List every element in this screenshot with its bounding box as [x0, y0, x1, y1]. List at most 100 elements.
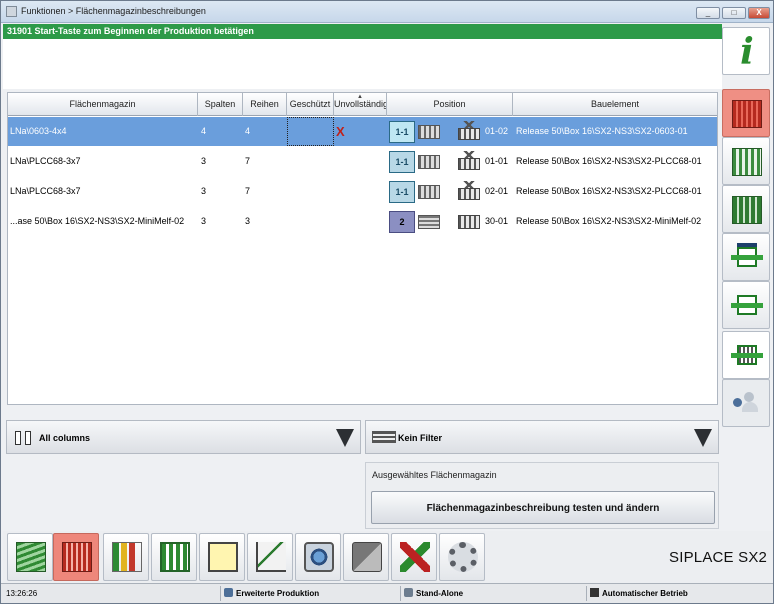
column-header-magazine[interactable]: Flächenmagazin — [8, 93, 198, 116]
chevron-down-icon — [694, 429, 712, 447]
tools-button[interactable] — [391, 533, 437, 581]
test-and-edit-button[interactable]: Flächenmagazinbeschreibung testen und än… — [371, 491, 715, 524]
tray-magazine-button[interactable] — [722, 89, 770, 137]
operation-icon — [590, 588, 599, 597]
tray-grid-button[interactable] — [722, 185, 770, 233]
users-button[interactable] — [722, 379, 770, 427]
right-sidebar: i — [721, 27, 771, 427]
users-icon — [733, 392, 761, 414]
tray-grid-icon — [418, 125, 440, 139]
placement-button[interactable] — [722, 331, 770, 379]
warning-docs-button[interactable] — [199, 533, 245, 581]
status-bar: 13:26:26 Erweiterte Produktion Stand-Alo… — [1, 583, 773, 603]
cell-rows: 4 — [245, 126, 251, 136]
table-header: Flächenmagazin Spalten Reihen Geschützt … — [8, 93, 717, 116]
tray-lines-icon — [418, 215, 440, 229]
tray-grid-icon — [418, 155, 440, 169]
oil-can-button[interactable] — [343, 533, 389, 581]
cell-columns: 3 — [201, 186, 207, 196]
bottom-toolbar: SIPLACE SX2 — [3, 531, 773, 583]
cell-component: Release 50\Box 16\SX2-NS3\SX2-PLCC68-01 — [516, 156, 702, 166]
cell-incomplete — [336, 177, 386, 206]
camera-icon — [304, 542, 334, 572]
tools-icon — [400, 542, 430, 572]
table-row[interactable]: ...ase 50\Box 16\SX2-NS3\SX2-MiniMelf-02… — [8, 207, 717, 236]
status-operation: Automatischer Betrieb — [587, 586, 771, 601]
magazine-icon — [456, 211, 482, 231]
production-icon — [224, 588, 233, 597]
cell-protected[interactable] — [287, 117, 334, 146]
cell-magazine: ...ase 50\Box 16\SX2-NS3\SX2-MiniMelf-02 — [10, 216, 185, 226]
feeder-button-2[interactable] — [722, 281, 770, 329]
cell-position-code: 01-01 — [485, 156, 509, 166]
filter-icon — [372, 431, 396, 443]
status-time: 13:26:26 — [3, 586, 221, 601]
brand-label: SIPLACE SX2 — [669, 549, 768, 566]
position-badge: 2 — [389, 211, 415, 233]
cell-magazine: LNa\PLCC68-3x7 — [10, 156, 81, 166]
cell-rows: 3 — [245, 216, 251, 226]
board-icon — [160, 542, 190, 572]
tray-list-button[interactable] — [722, 137, 770, 185]
oil-can-icon — [352, 542, 382, 572]
hand-gear-button[interactable] — [439, 533, 485, 581]
column-header-columns[interactable]: Spalten — [198, 93, 243, 116]
magazine-icon — [456, 181, 482, 201]
position-badge: 1-1 — [389, 181, 415, 203]
cell-columns: 4 — [201, 126, 207, 136]
table-row[interactable]: LNa\PLCC68-3x7 3 7 1-1 02-01 Release 50\… — [8, 177, 717, 206]
cell-position-code: 02-01 — [485, 186, 509, 196]
tray-button[interactable] — [53, 533, 99, 581]
close-button[interactable]: X — [748, 7, 770, 19]
column-header-incomplete[interactable]: ▲ Unvollständig — [334, 93, 387, 116]
table-row[interactable]: LNa\0603-4x4 4 4 X 1-1 01-02 Release 50\… — [8, 117, 717, 146]
cell-rows: 7 — [245, 186, 251, 196]
board-button[interactable] — [151, 533, 197, 581]
position-badge: 1-1 — [389, 151, 415, 173]
status-message: 31901 Start-Taste zum Beginnen der Produ… — [3, 24, 722, 39]
table-row[interactable]: LNa\PLCC68-3x7 3 7 1-1 01-01 Release 50\… — [8, 147, 717, 176]
line-chart-icon — [256, 542, 286, 572]
row-filter-label: Kein Filter — [398, 433, 443, 443]
status-connection: Stand-Alone — [401, 586, 587, 601]
tray-icon — [62, 542, 92, 572]
feeder-button[interactable] — [722, 233, 770, 281]
line-chart-button[interactable] — [247, 533, 293, 581]
maximize-button[interactable]: □ — [722, 7, 746, 19]
cell-position-code: 01-02 — [485, 126, 509, 136]
cell-rows: 7 — [245, 156, 251, 166]
minimize-button[interactable]: _ — [696, 7, 720, 19]
bar-chart-button[interactable] — [103, 533, 149, 581]
tray-grid-icon — [732, 196, 762, 224]
column-icon — [15, 431, 21, 445]
info-button[interactable]: i — [722, 27, 770, 75]
bar-chart-icon — [112, 542, 142, 572]
column-header-component[interactable]: Bauelement — [513, 93, 717, 116]
window-title: Funktionen > Flächenmagazinbeschreibunge… — [21, 6, 206, 16]
selected-magazine-caption: Ausgewähltes Flächenmagazin — [372, 470, 497, 480]
hand-gear-icon — [448, 542, 478, 572]
column-icon — [25, 431, 31, 445]
column-header-position[interactable]: Position — [387, 93, 513, 116]
cell-component: Release 50\Box 16\SX2-NS3\SX2-MiniMelf-0… — [516, 216, 702, 226]
tray-list-icon — [732, 148, 762, 176]
info-icon: i — [740, 31, 754, 73]
column-header-rows[interactable]: Reihen — [243, 93, 287, 116]
cell-columns: 3 — [201, 216, 207, 226]
cell-magazine: LNa\0603-4x4 — [10, 126, 67, 136]
magazine-icon — [456, 151, 482, 171]
camera-button[interactable] — [295, 533, 341, 581]
cell-magazine: LNa\PLCC68-3x7 — [10, 186, 81, 196]
row-filter-dropdown[interactable]: Kein Filter — [365, 420, 719, 454]
columns-filter-dropdown[interactable]: All columns — [6, 420, 361, 454]
network-icon — [404, 588, 413, 597]
selected-magazine-panel: Ausgewähltes Flächenmagazin Flächenmagaz… — [365, 462, 719, 529]
warning-docs-icon — [208, 542, 238, 572]
chevron-down-icon — [336, 429, 354, 447]
feeder-icon — [731, 243, 763, 273]
message-area — [3, 39, 722, 89]
cell-protected — [289, 207, 334, 236]
boards-button[interactable] — [7, 533, 53, 581]
column-header-protected[interactable]: Geschützt — [287, 93, 334, 116]
cell-incomplete: X — [336, 117, 386, 146]
